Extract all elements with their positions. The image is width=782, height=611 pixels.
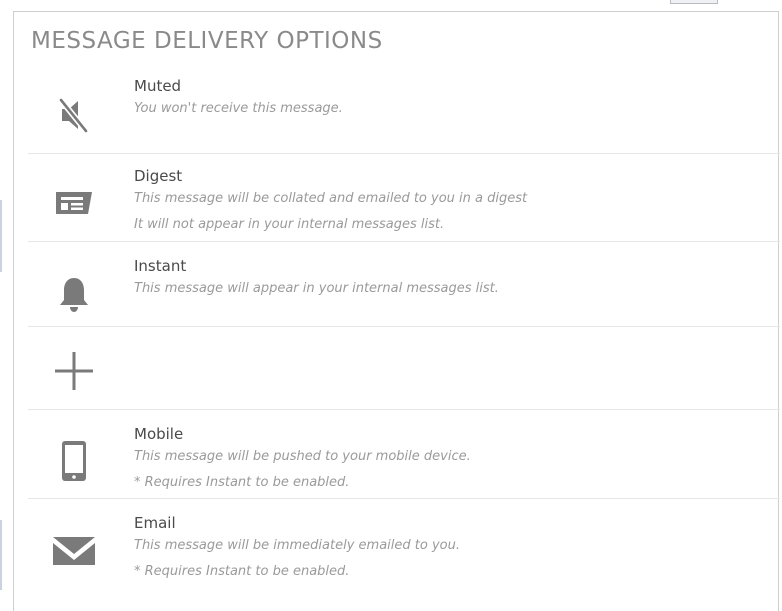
envelope-icon	[50, 527, 98, 575]
mobile-phone-icon	[50, 437, 98, 485]
add-option-button[interactable]	[14, 327, 780, 410]
option-label: Instant	[134, 257, 187, 275]
option-description: * Requires Instant to be enabled.	[134, 564, 350, 579]
option-label: Email	[134, 514, 176, 532]
panel-title: MESSAGE DELIVERY OPTIONS	[31, 28, 383, 54]
option-description: You won't receive this message.	[134, 101, 343, 116]
delivery-options-panel: MESSAGE DELIVERY OPTIONS Muted You won't…	[13, 11, 780, 611]
option-text: Email This message will be immediately e…	[134, 513, 460, 585]
left-edge-marker	[0, 520, 2, 590]
bell-icon	[50, 270, 98, 318]
muted-speaker-icon	[50, 91, 98, 139]
option-label: Mobile	[134, 425, 184, 443]
option-mobile[interactable]: Mobile This message will be pushed to yo…	[14, 410, 780, 499]
option-instant[interactable]: Instant This message will appear in your…	[14, 242, 780, 327]
option-text: Instant This message will appear in your…	[134, 256, 499, 302]
option-description: This message will be pushed to your mobi…	[134, 449, 471, 464]
newspaper-icon	[50, 178, 98, 226]
option-text: Digest This message will be collated and…	[134, 166, 527, 238]
option-description: * Requires Instant to be enabled.	[134, 475, 350, 490]
option-description: This message will be collated and emaile…	[134, 191, 528, 206]
option-email[interactable]: Email This message will be immediately e…	[14, 499, 780, 601]
option-text: Mobile This message will be pushed to yo…	[134, 424, 471, 496]
plus-icon	[50, 347, 98, 395]
option-label: Muted	[134, 77, 182, 95]
option-muted[interactable]: Muted You won't receive this message.	[14, 76, 780, 154]
option-description: This message will be immediately emailed…	[134, 538, 460, 553]
option-text: Muted You won't receive this message.	[134, 76, 343, 122]
option-description: This message will appear in your interna…	[134, 281, 499, 296]
top-tab-edge	[670, 0, 718, 4]
option-label: Digest	[134, 167, 183, 185]
option-description: It will not appear in your internal mess…	[134, 217, 445, 232]
left-edge-marker	[0, 200, 2, 272]
option-digest[interactable]: Digest This message will be collated and…	[14, 154, 780, 242]
